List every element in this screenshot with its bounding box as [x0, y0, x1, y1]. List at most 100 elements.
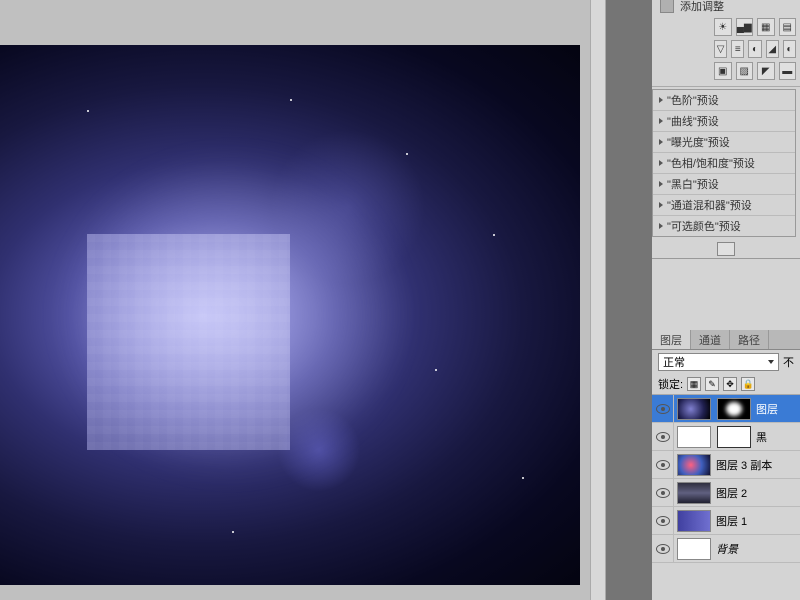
blend-mode-row: 正常 不: [652, 350, 800, 374]
lock-image-button[interactable]: ✎: [705, 377, 719, 391]
expand-arrow-icon: [659, 223, 663, 229]
gradient-map-button[interactable]: ▬: [779, 62, 797, 80]
expand-arrow-icon: [659, 202, 663, 208]
opacity-label: 不: [783, 354, 794, 370]
vertical-scrollbar[interactable]: [590, 0, 606, 600]
layer-name: 图层 3 副本: [714, 457, 772, 473]
black-white-button[interactable]: ◢: [766, 40, 779, 58]
canvas-area: [0, 0, 590, 600]
preset-selective-color[interactable]: "可选颜色"预设: [653, 216, 795, 236]
visibility-toggle[interactable]: [652, 479, 674, 507]
preset-black-white[interactable]: "黑白"预设: [653, 174, 795, 195]
expand-arrow-icon: [659, 160, 663, 166]
panel-icon: [660, 0, 674, 13]
tab-paths[interactable]: 路径: [730, 330, 769, 349]
preset-curves[interactable]: "曲线"预设: [653, 111, 795, 132]
dropdown-arrow-icon: [768, 360, 774, 364]
expand-arrow-icon: [659, 118, 663, 124]
layer-mask-thumbnail[interactable]: [717, 426, 751, 448]
invert-button[interactable]: ▣: [714, 62, 732, 80]
layers-panel: 图层 通道 路径 正常 不 锁定: ▦ ✎ ✥ 🔒 图层: [652, 330, 800, 600]
photo-filter-button[interactable]: ◐: [783, 40, 796, 58]
layer-thumbnail[interactable]: [677, 398, 711, 420]
panel-tabs: 图层 通道 路径: [652, 330, 800, 350]
layer-row-background[interactable]: 背景: [652, 535, 800, 563]
brightness-contrast-button[interactable]: ☀: [714, 18, 732, 36]
pixelated-region: [87, 234, 290, 450]
blend-mode-value: 正常: [663, 354, 685, 370]
star-icon: [435, 369, 437, 371]
layer-thumbnail[interactable]: [677, 538, 711, 560]
lock-row: 锁定: ▦ ✎ ✥ 🔒: [652, 374, 800, 395]
preset-label: "可选颜色"预设: [667, 218, 741, 234]
layer-name: 黑: [754, 429, 767, 445]
layer-name: 图层 2: [714, 485, 747, 501]
tab-layers[interactable]: 图层: [652, 330, 691, 349]
layer-row[interactable]: 图层 3 副本: [652, 451, 800, 479]
posterize-button[interactable]: ▨: [736, 62, 754, 80]
star-icon: [290, 99, 292, 101]
lock-transparency-button[interactable]: ▦: [687, 377, 701, 391]
layer-mask-thumbnail[interactable]: [717, 398, 751, 420]
visibility-toggle[interactable]: [652, 395, 674, 423]
preset-hue-sat[interactable]: "色相/饱和度"预设: [653, 153, 795, 174]
preset-label: "曝光度"预设: [667, 134, 730, 150]
right-panels: 添加调整 ☀ ▄▆ ▦ ▤ ▽ ≡ ◐ ◢ ◐ ▣ ▨ ◤ ▬ "色阶"预设 "…: [652, 0, 800, 600]
preset-exposure[interactable]: "曝光度"预设: [653, 132, 795, 153]
curves-button[interactable]: ▦: [757, 18, 775, 36]
layer-row[interactable]: 图层 1: [652, 507, 800, 535]
eye-icon: [656, 432, 670, 442]
presets-list: "色阶"预设 "曲线"预设 "曝光度"预设 "色相/饱和度"预设 "黑白"预设 …: [652, 89, 796, 237]
preset-label: "色阶"预设: [667, 92, 719, 108]
blend-mode-select[interactable]: 正常: [658, 353, 779, 371]
star-icon: [406, 153, 408, 155]
adjustment-buttons-grid: ☀ ▄▆ ▦ ▤ ▽ ≡ ◐ ◢ ◐ ▣ ▨ ◤ ▬: [652, 12, 800, 87]
preset-label: "曲线"预设: [667, 113, 719, 129]
star-icon: [87, 110, 89, 112]
eye-icon: [656, 516, 670, 526]
presets-footer: [652, 239, 800, 259]
visibility-toggle[interactable]: [652, 535, 674, 563]
lock-position-button[interactable]: ✥: [723, 377, 737, 391]
lock-label: 锁定:: [658, 376, 683, 392]
adjustments-title: 添加调整: [680, 0, 724, 14]
preset-label: "黑白"预设: [667, 176, 719, 192]
visibility-toggle[interactable]: [652, 507, 674, 535]
visibility-toggle[interactable]: [652, 423, 674, 451]
eye-icon: [656, 404, 670, 414]
layer-thumbnail[interactable]: [677, 482, 711, 504]
exposure-button[interactable]: ▤: [779, 18, 797, 36]
layer-thumbnail[interactable]: [677, 510, 711, 532]
toggle-view-button[interactable]: [717, 242, 735, 256]
layer-name: 图层: [754, 401, 778, 417]
preset-channel-mixer[interactable]: "通道混和器"预设: [653, 195, 795, 216]
tab-channels[interactable]: 通道: [691, 330, 730, 349]
layer-name: 背景: [714, 541, 738, 557]
eye-icon: [656, 460, 670, 470]
layer-name: 图层 1: [714, 513, 747, 529]
layer-thumbnail[interactable]: [677, 454, 711, 476]
layer-row[interactable]: 图层 2: [652, 479, 800, 507]
eye-icon: [656, 544, 670, 554]
color-balance-button[interactable]: ◐: [748, 40, 761, 58]
layer-row[interactable]: 黑: [652, 423, 800, 451]
adjustments-header: 添加调整: [652, 0, 800, 12]
levels-button[interactable]: ▄▆: [736, 18, 754, 36]
eye-icon: [656, 488, 670, 498]
hue-sat-button[interactable]: ≡: [731, 40, 744, 58]
lock-all-button[interactable]: 🔒: [741, 377, 755, 391]
expand-arrow-icon: [659, 181, 663, 187]
visibility-toggle[interactable]: [652, 451, 674, 479]
vibrance-button[interactable]: ▽: [714, 40, 727, 58]
star-icon: [232, 531, 234, 533]
preset-label: "通道混和器"预设: [667, 197, 752, 213]
layer-list: 图层 黑 图层 3 副本 图层 2 图层 1: [652, 395, 800, 600]
document-canvas[interactable]: [0, 45, 580, 585]
expand-arrow-icon: [659, 97, 663, 103]
layer-thumbnail[interactable]: [677, 426, 711, 448]
layer-row-selected[interactable]: 图层: [652, 395, 800, 423]
expand-arrow-icon: [659, 139, 663, 145]
star-icon: [493, 234, 495, 236]
threshold-button[interactable]: ◤: [757, 62, 775, 80]
preset-levels[interactable]: "色阶"预设: [653, 90, 795, 111]
